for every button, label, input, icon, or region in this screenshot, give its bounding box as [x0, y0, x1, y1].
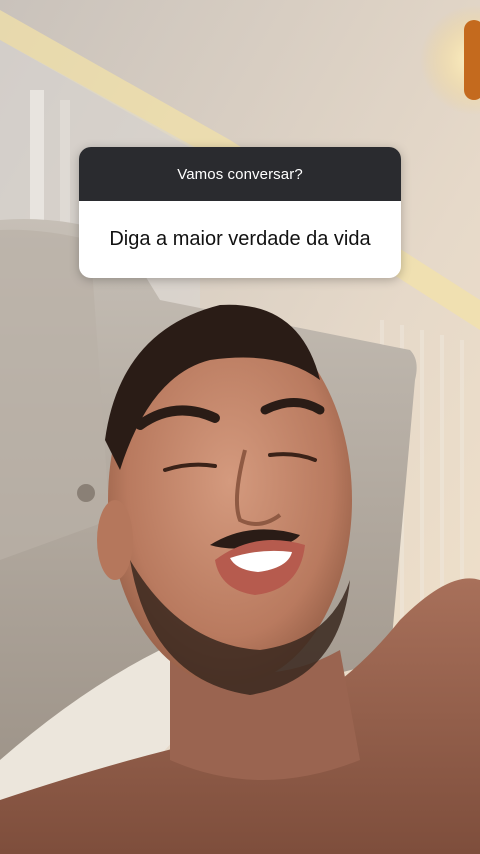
question-sticker-prompt: Vamos conversar? [79, 147, 401, 201]
story-photo [0, 0, 480, 854]
question-sticker-answer: Diga a maior verdade da vida [79, 201, 401, 278]
question-sticker[interactable]: Vamos conversar? Diga a maior verdade da… [79, 147, 401, 278]
